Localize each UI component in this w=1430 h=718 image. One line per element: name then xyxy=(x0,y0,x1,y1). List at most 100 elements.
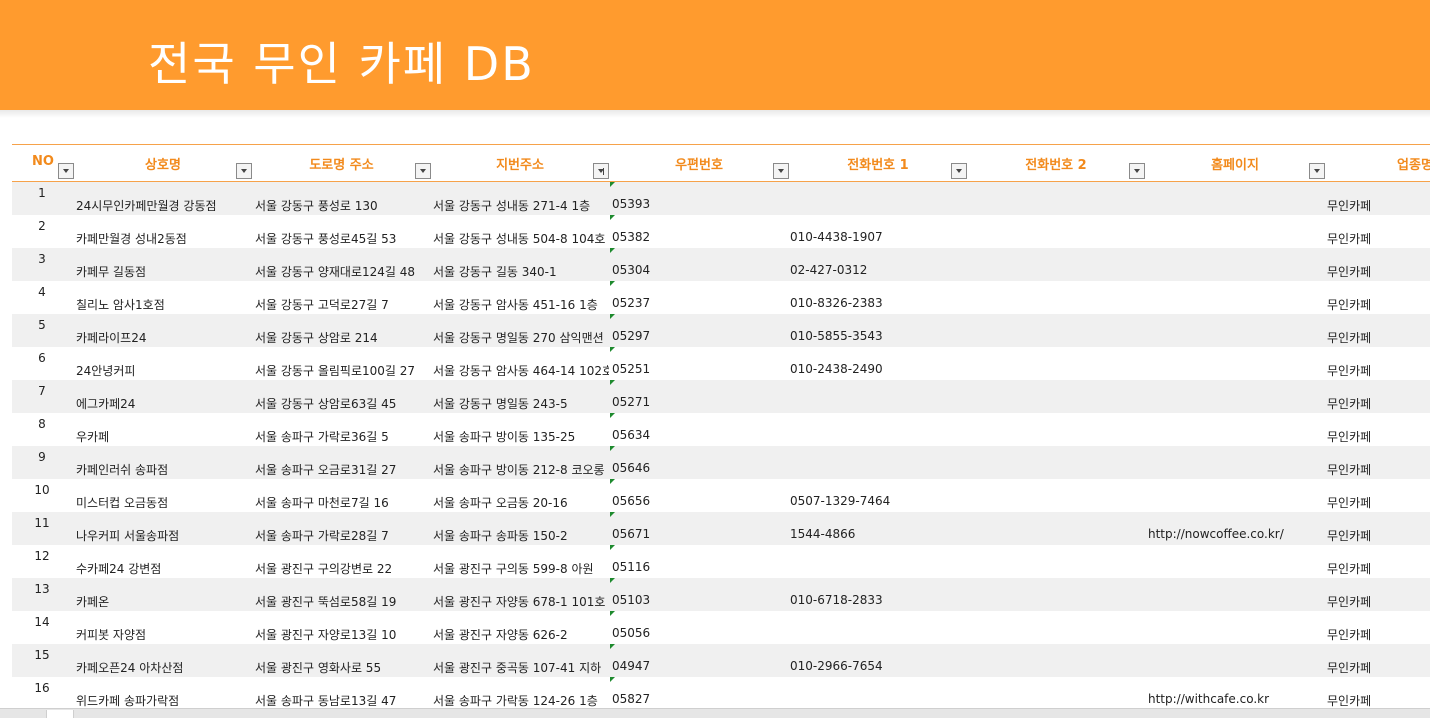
cell-type[interactable]: 무인카페 xyxy=(1327,296,1430,313)
cell-lot[interactable]: 서울 강동구 명일동 270 삼익맨션 xyxy=(433,329,609,346)
cell-no[interactable]: 16 xyxy=(12,681,72,695)
filter-dropdown-icon[interactable] xyxy=(415,163,431,179)
cell-lot[interactable]: 서울 강동구 성내동 271-4 1층 xyxy=(433,197,609,214)
cell-road[interactable]: 서울 광진구 영화사로 55 xyxy=(255,659,430,676)
cell-tel1[interactable]: 010-2438-2490 xyxy=(790,362,960,376)
cell-lot[interactable]: 서울 송파구 오금동 20-16 xyxy=(433,494,609,511)
cell-road[interactable]: 서울 강동구 양재대로124길 48 xyxy=(255,263,430,280)
cell-home[interactable]: http://withcafe.co.kr xyxy=(1148,692,1326,706)
cell-name[interactable]: 카페오픈24 아차산점 xyxy=(76,659,252,676)
cell-road[interactable]: 서울 송파구 동남로13길 47 xyxy=(255,692,430,709)
cell-name[interactable]: 24안녕커피 xyxy=(76,362,252,379)
table-row[interactable]: 7 에그카페24 서울 강동구 상암로63길 45 서울 강동구 명일동 243-5 0… xyxy=(12,380,1430,413)
cell-name[interactable]: 카페인러쉬 송파점 xyxy=(76,461,252,478)
cell-no[interactable]: 2 xyxy=(12,219,72,233)
cell-road[interactable]: 서울 강동구 고덕로27길 7 xyxy=(255,296,430,313)
cell-no[interactable]: 12 xyxy=(12,549,72,563)
cell-lot[interactable]: 서울 강동구 길동 340-1 xyxy=(433,263,609,280)
cell-name[interactable]: 24시무인카페만월경 강동점 xyxy=(76,197,252,214)
cell-zip[interactable]: 05827 xyxy=(612,692,672,706)
table-row[interactable]: 10 미스터컵 오금동점 서울 송파구 마천로7길 16 서울 송파구 오금동 20-… xyxy=(12,479,1430,512)
cell-road[interactable]: 서울 광진구 뚝섬로58길 19 xyxy=(255,593,430,610)
table-row[interactable]: 5 카페라이프24 서울 강동구 상암로 214 서울 강동구 명일동 270 삼익맨… xyxy=(12,314,1430,347)
cell-no[interactable]: 8 xyxy=(12,417,72,431)
cell-type[interactable]: 무인카페 xyxy=(1327,692,1430,709)
cell-name[interactable]: 카페무 길동점 xyxy=(76,263,252,280)
cell-type[interactable]: 무인카페 xyxy=(1327,560,1430,577)
cell-name[interactable]: 카페온 xyxy=(76,593,252,610)
cell-name[interactable]: 수카페24 강변점 xyxy=(76,560,252,577)
cell-no[interactable]: 9 xyxy=(12,450,72,464)
cell-type[interactable]: 무인카페 xyxy=(1327,593,1430,610)
cell-type[interactable]: 무인카페 xyxy=(1327,626,1430,643)
cell-lot[interactable]: 서울 광진구 자양동 678-1 101호 xyxy=(433,593,609,610)
cell-tel1[interactable]: 010-6718-2833 xyxy=(790,593,960,607)
cell-road[interactable]: 서울 강동구 풍성로 130 xyxy=(255,197,430,214)
table-row[interactable]: 13 카페온 서울 광진구 뚝섬로58길 19 서울 광진구 자양동 678-1 10… xyxy=(12,578,1430,611)
cell-zip[interactable]: 05251 xyxy=(612,362,672,376)
cell-name[interactable]: 나우커피 서울송파점 xyxy=(76,527,252,544)
cell-zip[interactable]: 05393 xyxy=(612,197,672,211)
cell-type[interactable]: 무인카페 xyxy=(1327,329,1430,346)
filter-dropdown-icon[interactable] xyxy=(1129,163,1145,179)
cell-zip[interactable]: 05056 xyxy=(612,626,672,640)
cell-name[interactable]: 위드카페 송파가락점 xyxy=(76,692,252,709)
cell-tel1[interactable]: 02-427-0312 xyxy=(790,263,960,277)
table-row[interactable]: 3 카페무 길동점 서울 강동구 양재대로124길 48 서울 강동구 길동 340-… xyxy=(12,248,1430,281)
cell-type[interactable]: 무인카페 xyxy=(1327,230,1430,247)
cell-no[interactable]: 13 xyxy=(12,582,72,596)
cell-no[interactable]: 4 xyxy=(12,285,72,299)
cell-home[interactable]: http://nowcoffee.co.kr/ xyxy=(1148,527,1326,541)
cell-zip[interactable]: 05304 xyxy=(612,263,672,277)
cell-tel1[interactable]: 010-2966-7654 xyxy=(790,659,960,673)
cell-zip[interactable]: 05671 xyxy=(612,527,672,541)
cell-no[interactable]: 6 xyxy=(12,351,72,365)
cell-tel1[interactable]: 010-5855-3543 xyxy=(790,329,960,343)
sheet-tab[interactable] xyxy=(46,710,74,718)
cell-no[interactable]: 7 xyxy=(12,384,72,398)
table-row[interactable]: 2 카페만월경 성내2동점 서울 강동구 풍성로45길 53 서울 강동구 성내동 5… xyxy=(12,215,1430,248)
cell-type[interactable]: 무인카페 xyxy=(1327,362,1430,379)
cell-name[interactable]: 미스터컵 오금동점 xyxy=(76,494,252,511)
cell-type[interactable]: 무인카페 xyxy=(1327,494,1430,511)
cell-name[interactable]: 우카페 xyxy=(76,428,252,445)
cell-road[interactable]: 서울 송파구 가락로36길 5 xyxy=(255,428,430,445)
table-row[interactable]: 6 24안녕커피 서울 강동구 올림픽로100길 27 서울 강동구 암사동 464-… xyxy=(12,347,1430,380)
cell-no[interactable]: 5 xyxy=(12,318,72,332)
cell-zip[interactable]: 05382 xyxy=(612,230,672,244)
cell-type[interactable]: 무인카페 xyxy=(1327,197,1430,214)
cell-name[interactable]: 커피봇 자양점 xyxy=(76,626,252,643)
cell-lot[interactable]: 서울 광진구 중곡동 107-41 지하 xyxy=(433,659,609,676)
cell-lot[interactable]: 서울 송파구 송파동 150-2 xyxy=(433,527,609,544)
table-row[interactable]: 12 수카페24 강변점 서울 광진구 구의강변로 22 서울 광진구 구의동 599… xyxy=(12,545,1430,578)
cell-name[interactable]: 카페라이프24 xyxy=(76,329,252,346)
cell-lot[interactable]: 서울 강동구 암사동 464-14 102호 xyxy=(433,362,609,379)
cell-tel1[interactable]: 010-4438-1907 xyxy=(790,230,960,244)
cell-lot[interactable]: 서울 광진구 자양동 626-2 xyxy=(433,626,609,643)
cell-name[interactable]: 에그카페24 xyxy=(76,395,252,412)
table-row[interactable]: 1 24시무인카페만월경 강동점 서울 강동구 풍성로 130 서울 강동구 성내동 … xyxy=(12,182,1430,215)
table-row[interactable]: 8 우카페 서울 송파구 가락로36길 5 서울 송파구 방이동 135-25 0563… xyxy=(12,413,1430,446)
cell-zip[interactable]: 05646 xyxy=(612,461,672,475)
filter-dropdown-icon[interactable] xyxy=(1309,163,1325,179)
cell-no[interactable]: 1 xyxy=(12,186,72,200)
cell-lot[interactable]: 서울 송파구 가락동 124-26 1층 xyxy=(433,692,609,709)
cell-lot[interactable]: 서울 강동구 암사동 451-16 1층 xyxy=(433,296,609,313)
cell-no[interactable]: 15 xyxy=(12,648,72,662)
cell-lot[interactable]: 서울 송파구 방이동 135-25 xyxy=(433,428,609,445)
table-row[interactable]: 11 나우커피 서울송파점 서울 송파구 가락로28길 7 서울 송파구 송파동 15… xyxy=(12,512,1430,545)
cell-zip[interactable]: 05297 xyxy=(612,329,672,343)
filter-dropdown-icon[interactable] xyxy=(593,163,609,179)
cell-tel1[interactable]: 1544-4866 xyxy=(790,527,960,541)
cell-road[interactable]: 서울 강동구 올림픽로100길 27 xyxy=(255,362,430,379)
cell-name[interactable]: 카페만월경 성내2동점 xyxy=(76,230,252,247)
cell-type[interactable]: 무인카페 xyxy=(1327,461,1430,478)
cell-lot[interactable]: 서울 강동구 성내동 504-8 104호 xyxy=(433,230,609,247)
table-row[interactable]: 9 카페인러쉬 송파점 서울 송파구 오금로31길 27 서울 송파구 방이동 212… xyxy=(12,446,1430,479)
cell-road[interactable]: 서울 송파구 마천로7길 16 xyxy=(255,494,430,511)
table-row[interactable]: 4 칠리노 암사1호점 서울 강동구 고덕로27길 7 서울 강동구 암사동 451-… xyxy=(12,281,1430,314)
filter-dropdown-icon[interactable] xyxy=(236,163,252,179)
cell-type[interactable]: 무인카페 xyxy=(1327,395,1430,412)
cell-zip[interactable]: 05634 xyxy=(612,428,672,442)
cell-road[interactable]: 서울 강동구 상암로 214 xyxy=(255,329,430,346)
